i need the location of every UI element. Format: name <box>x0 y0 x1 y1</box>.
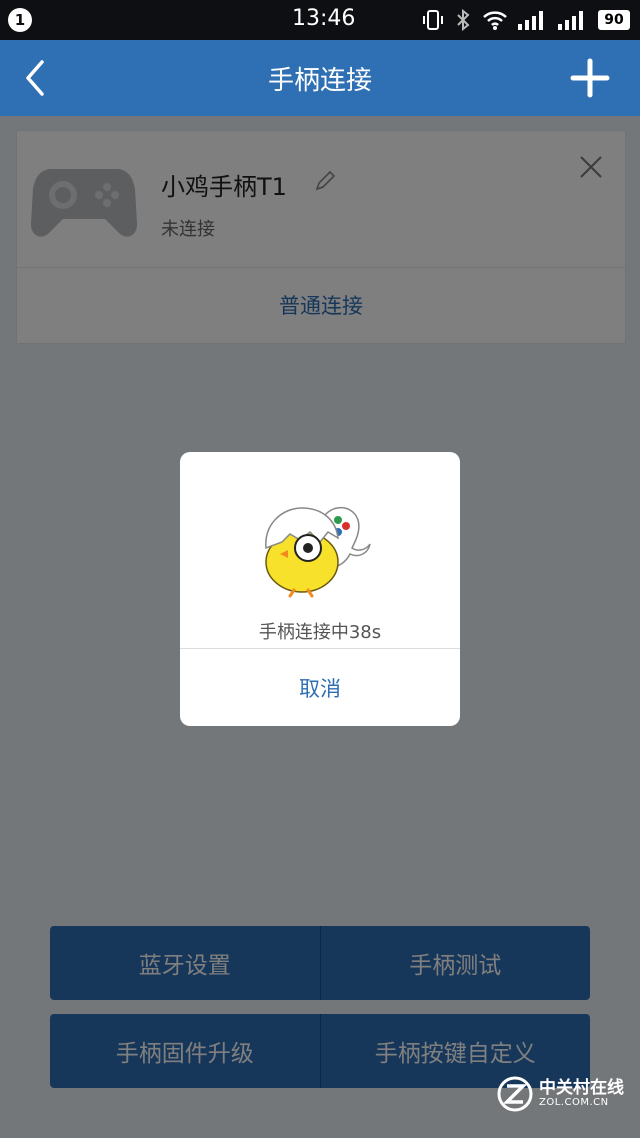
wifi-icon <box>482 9 508 31</box>
watermark: 中关村在线 ZOL.COM.CN <box>497 1076 624 1112</box>
plus-icon <box>570 58 610 98</box>
connecting-message: 手柄连接中38s <box>258 622 382 643</box>
status-bar: 1 13:46 90 <box>0 0 640 40</box>
add-device-button[interactable] <box>570 58 610 98</box>
vibrate-icon <box>422 9 444 31</box>
nav-bar: 手柄连接 <box>0 40 640 116</box>
chick-mascot-image <box>265 506 371 598</box>
signal-icon <box>518 10 548 30</box>
page-title: 手柄连接 <box>267 66 372 96</box>
signal-icon <box>558 10 588 30</box>
watermark-text: 中关村在线 ZOL.COM.CN <box>539 1077 624 1108</box>
watermark-cn: 中关村在线 <box>539 1077 624 1098</box>
bluetooth-icon <box>454 9 472 31</box>
battery-level: 90 <box>598 10 630 30</box>
cancel-button[interactable]: 取消 <box>180 649 460 726</box>
status-icons: 90 <box>422 8 630 32</box>
watermark-en: ZOL.COM.CN <box>539 1096 609 1108</box>
notification-badge: 1 <box>8 8 32 32</box>
status-time: 13:46 <box>292 6 356 31</box>
connecting-dialog: 手柄连接中38s 取消 <box>180 452 460 726</box>
zol-logo-icon <box>497 1076 533 1112</box>
